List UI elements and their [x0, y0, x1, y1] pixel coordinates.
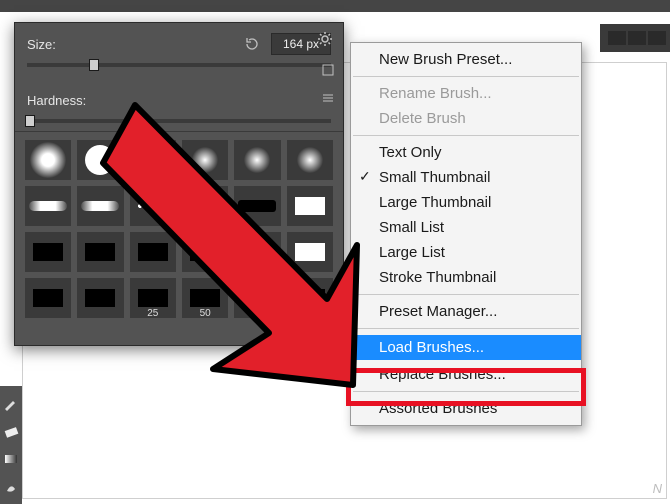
menu-item[interactable]: Text Only: [351, 140, 581, 165]
brush-swatch[interactable]: [287, 140, 333, 180]
menu-item: Delete Brush: [351, 106, 581, 131]
minimize-button[interactable]: [608, 31, 626, 45]
reset-size-icon[interactable]: [241, 36, 263, 52]
brush-swatch[interactable]: [234, 278, 280, 318]
brush-swatch[interactable]: [287, 186, 333, 226]
window-controls: [600, 24, 670, 52]
hardness-label: Hardness:: [27, 93, 97, 108]
brush-swatch[interactable]: [130, 140, 176, 180]
watermark: N: [653, 481, 662, 496]
brush-swatch[interactable]: [25, 278, 71, 318]
menu-separator: [353, 135, 579, 136]
menu-separator: [353, 294, 579, 295]
brush-swatch[interactable]: [234, 186, 280, 226]
new-preset-icon[interactable]: [319, 61, 337, 79]
brush-swatch[interactable]: 25: [130, 278, 176, 318]
brush-swatch[interactable]: [234, 140, 280, 180]
menu-item: Rename Brush...: [351, 81, 581, 106]
size-slider[interactable]: [27, 63, 331, 67]
brush-swatch[interactable]: [77, 140, 123, 180]
top-options-bar: [0, 0, 670, 12]
smudge-tool-icon[interactable]: [2, 478, 20, 496]
maximize-button[interactable]: [628, 31, 646, 45]
size-label: Size:: [27, 37, 97, 52]
menu-item[interactable]: Load Brushes...: [351, 335, 581, 360]
brush-swatch[interactable]: [77, 232, 123, 272]
panel-side-controls: [319, 61, 339, 117]
gear-icon[interactable]: [317, 31, 333, 52]
brush-swatch[interactable]: [182, 232, 228, 272]
swatch-size-label: 25: [130, 308, 176, 319]
menu-item[interactable]: Large List: [351, 240, 581, 265]
menu-item[interactable]: Large Thumbnail: [351, 190, 581, 215]
brush-swatch[interactable]: [77, 278, 123, 318]
brush-swatch[interactable]: [234, 232, 280, 272]
brush-swatch[interactable]: [182, 140, 228, 180]
brush-preset-grid: 25 50: [15, 140, 343, 330]
flyout-icon[interactable]: [319, 89, 337, 107]
brush-swatch[interactable]: [77, 186, 123, 226]
close-button[interactable]: [648, 31, 666, 45]
brush-swatch[interactable]: [182, 186, 228, 226]
brush-swatch[interactable]: [25, 140, 71, 180]
brush-swatch[interactable]: 50: [182, 278, 228, 318]
swatch-size-label: 50: [182, 308, 228, 319]
brush-swatch[interactable]: [287, 278, 333, 318]
brush-swatch[interactable]: [130, 186, 176, 226]
menu-separator: [353, 76, 579, 77]
brush-swatch[interactable]: [25, 186, 71, 226]
hardness-slider[interactable]: [27, 119, 331, 123]
menu-item[interactable]: New Brush Preset...: [351, 47, 581, 72]
brush-swatch[interactable]: [25, 232, 71, 272]
menu-item[interactable]: Small Thumbnail: [351, 165, 581, 190]
gradient-tool-icon[interactable]: [2, 450, 20, 468]
menu-item[interactable]: Preset Manager...: [351, 299, 581, 324]
menu-item[interactable]: Small List: [351, 215, 581, 240]
eraser-tool-icon[interactable]: [2, 422, 20, 440]
menu-separator: [353, 328, 579, 329]
brush-tool-icon[interactable]: [2, 394, 20, 412]
panel-separator: [15, 131, 343, 132]
brush-swatch[interactable]: [287, 232, 333, 272]
annotation-highlight-box: [346, 368, 586, 406]
brush-swatch[interactable]: [130, 232, 176, 272]
menu-item[interactable]: Stroke Thumbnail: [351, 265, 581, 290]
tool-strip: [0, 386, 22, 504]
brush-picker-panel: Size: 164 px Hardness:: [14, 22, 344, 346]
